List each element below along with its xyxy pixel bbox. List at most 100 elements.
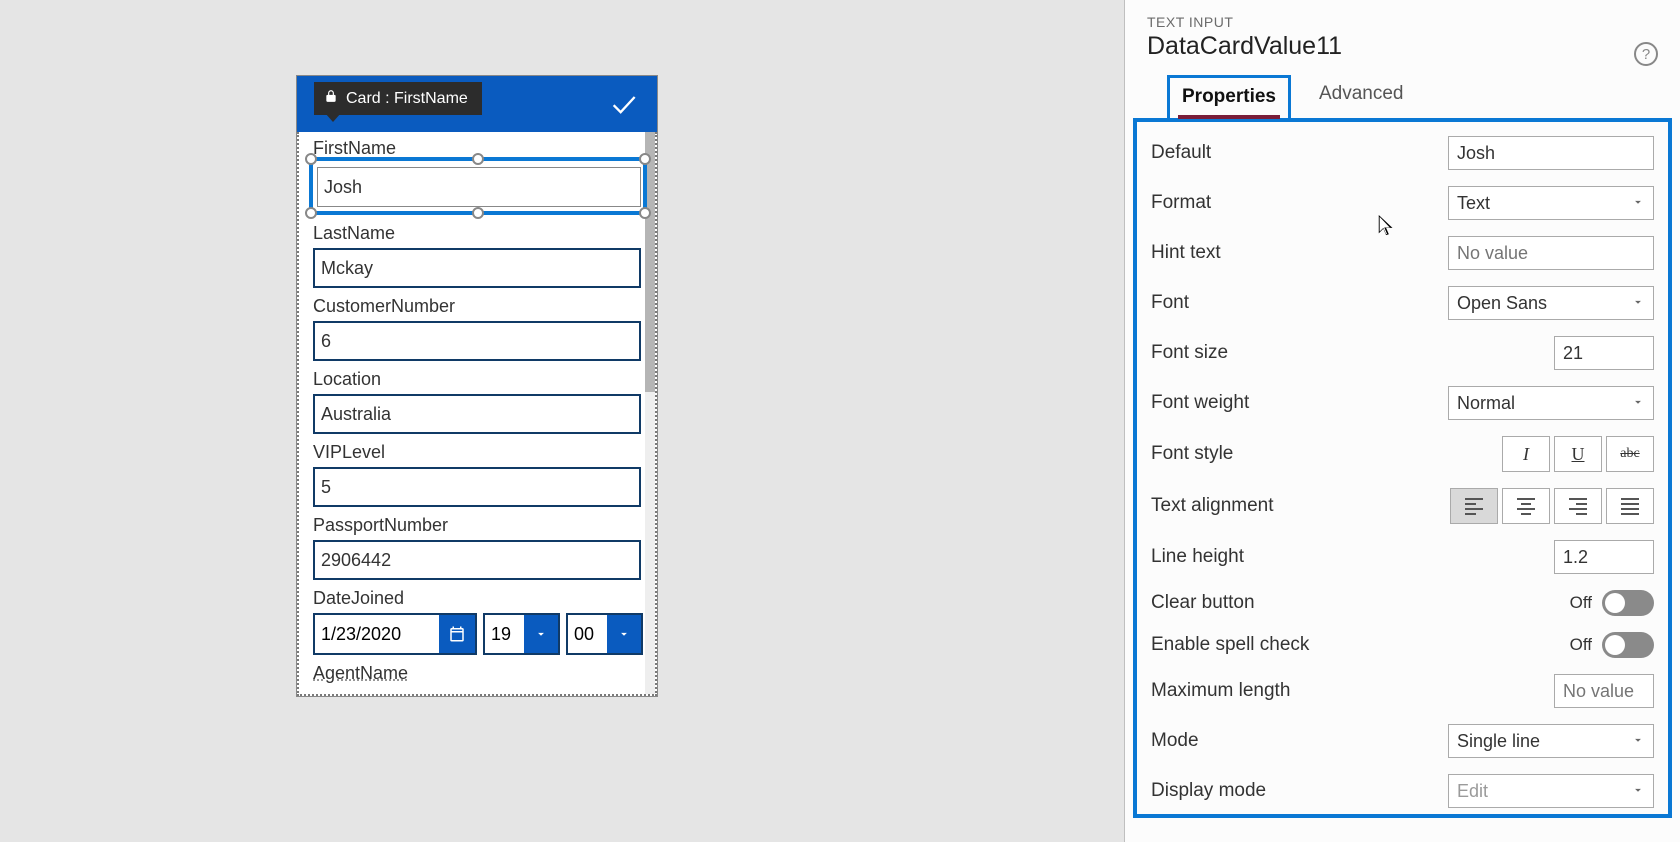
selected-control-outline[interactable] — [309, 157, 647, 215]
mode-dropdown[interactable]: Single line — [1448, 724, 1654, 758]
displaymode-dropdown[interactable]: Edit — [1448, 774, 1654, 808]
field-label: AgentName — [313, 663, 643, 684]
calendar-icon[interactable] — [439, 615, 475, 653]
help-icon[interactable]: ? — [1634, 42, 1658, 66]
firstname-input[interactable] — [317, 167, 641, 207]
field-label: PassportNumber — [313, 515, 643, 536]
hour-value: 19 — [491, 624, 511, 645]
chevron-down-icon — [524, 615, 558, 653]
properties-body: Default Format Text Hint text Font Open … — [1133, 118, 1672, 818]
card-tag-label: Card : FirstName — [346, 90, 468, 108]
resize-handle[interactable] — [472, 207, 484, 219]
card-tag-pointer — [325, 113, 341, 122]
align-left-button[interactable] — [1450, 488, 1498, 524]
control-type-label: TEXT INPUT — [1147, 14, 1658, 30]
prop-textalign: Text alignment — [1151, 488, 1654, 524]
underline-button[interactable]: U — [1554, 436, 1602, 472]
default-value-input[interactable] — [1448, 136, 1654, 170]
fontweight-dropdown[interactable]: Normal — [1448, 386, 1654, 420]
tab-properties[interactable]: Properties — [1167, 75, 1291, 118]
prop-clearbutton: Clear button Off — [1151, 590, 1654, 616]
chevron-down-icon — [1631, 781, 1645, 802]
resize-handle[interactable] — [639, 207, 651, 219]
prop-maxlength: Maximum length — [1151, 674, 1654, 708]
card-header: Card : FirstName — [297, 76, 657, 132]
field-agentname[interactable]: AgentName — [313, 663, 643, 684]
dropdown-value: Normal — [1457, 393, 1515, 414]
fontsize-input[interactable] — [1554, 336, 1654, 370]
chevron-down-icon — [1631, 393, 1645, 414]
field-label: CustomerNumber — [313, 296, 643, 317]
field-label: LastName — [313, 223, 643, 244]
prop-label: Text alignment — [1151, 495, 1274, 517]
form-canvas: Card : FirstName FirstName LastName — [296, 75, 658, 697]
resize-handle[interactable] — [639, 153, 651, 165]
prop-displaymode: Display mode Edit — [1151, 774, 1654, 808]
resize-handle[interactable] — [305, 207, 317, 219]
lineheight-input[interactable] — [1554, 540, 1654, 574]
strikethrough-button[interactable]: abc — [1606, 436, 1654, 472]
align-center-button[interactable] — [1502, 488, 1550, 524]
prop-default: Default — [1151, 136, 1654, 170]
viplevel-input[interactable] — [313, 467, 641, 507]
italic-button[interactable]: I — [1502, 436, 1550, 472]
prop-label: Default — [1151, 142, 1211, 164]
clearbutton-toggle[interactable] — [1602, 590, 1654, 616]
prop-label: Display mode — [1151, 780, 1266, 802]
passportnumber-input[interactable] — [313, 540, 641, 580]
field-location[interactable]: Location — [313, 369, 643, 434]
font-dropdown[interactable]: Open Sans — [1448, 286, 1654, 320]
resize-handle[interactable] — [472, 153, 484, 165]
chevron-down-icon — [1631, 731, 1645, 752]
form-body: FirstName LastName CustomerNumber Locati… — [297, 132, 657, 696]
prop-font: Font Open Sans — [1151, 286, 1654, 320]
prop-fontweight: Font weight Normal — [1151, 386, 1654, 420]
prop-label: Clear button — [1151, 592, 1255, 614]
field-lastname[interactable]: LastName — [313, 223, 643, 288]
field-label: Location — [313, 369, 643, 390]
resize-handle[interactable] — [305, 153, 317, 165]
prop-label: Enable spell check — [1151, 634, 1309, 656]
prop-label: Font style — [1151, 443, 1233, 465]
prop-label: Format — [1151, 192, 1211, 214]
customernumber-input[interactable] — [313, 321, 641, 361]
date-value[interactable] — [315, 620, 439, 649]
chevron-down-icon — [1631, 193, 1645, 214]
toggle-state: Off — [1570, 635, 1592, 655]
submit-check-icon[interactable] — [609, 90, 637, 123]
spellcheck-toggle[interactable] — [1602, 632, 1654, 658]
format-dropdown[interactable]: Text — [1448, 186, 1654, 220]
field-passportnumber[interactable]: PassportNumber — [313, 515, 643, 580]
chevron-down-icon — [1631, 293, 1645, 314]
prop-label: Font weight — [1151, 392, 1249, 414]
date-picker[interactable] — [313, 613, 477, 655]
prop-label: Font size — [1151, 342, 1228, 364]
field-customernumber[interactable]: CustomerNumber — [313, 296, 643, 361]
minute-value: 00 — [574, 624, 594, 645]
field-viplevel[interactable]: VIPLevel — [313, 442, 643, 507]
prop-fontsize: Font size — [1151, 336, 1654, 370]
prop-label: Font — [1151, 292, 1189, 314]
field-label: DateJoined — [313, 588, 643, 609]
control-name: DataCardValue11 — [1147, 32, 1658, 61]
minute-dropdown[interactable]: 00 — [566, 613, 643, 655]
align-right-button[interactable] — [1554, 488, 1602, 524]
properties-panel: TEXT INPUT DataCardValue11 ? Properties … — [1124, 0, 1680, 842]
prop-label: Maximum length — [1151, 680, 1290, 702]
lock-icon — [324, 89, 338, 108]
location-input[interactable] — [313, 394, 641, 434]
maxlength-input[interactable] — [1554, 674, 1654, 708]
hour-dropdown[interactable]: 19 — [483, 613, 560, 655]
field-datejoined[interactable]: DateJoined 19 00 — [313, 588, 643, 655]
field-label: VIPLevel — [313, 442, 643, 463]
prop-label: Line height — [1151, 546, 1244, 568]
hint-text-input[interactable] — [1448, 236, 1654, 270]
prop-fontstyle: Font style I U abc — [1151, 436, 1654, 472]
card-selection-tag[interactable]: Card : FirstName — [314, 82, 482, 115]
lastname-input[interactable] — [313, 248, 641, 288]
prop-label: Hint text — [1151, 242, 1221, 264]
tab-advanced[interactable]: Advanced — [1307, 75, 1416, 118]
align-justify-button[interactable] — [1606, 488, 1654, 524]
field-firstname[interactable]: FirstName — [313, 138, 643, 215]
prop-label: Mode — [1151, 730, 1199, 752]
